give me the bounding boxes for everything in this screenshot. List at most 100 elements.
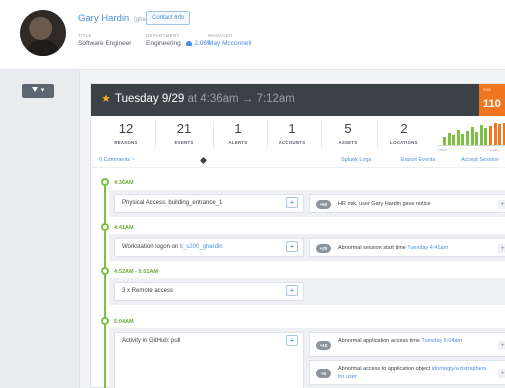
reason-description: Abnormal access to application object xyxy=(338,366,432,372)
stat-label: ACCOUNTS xyxy=(278,140,306,145)
sparkline-bar xyxy=(447,133,451,145)
reason-score-badge: +5 xyxy=(316,369,331,378)
reason-expand-button[interactable]: + xyxy=(498,369,505,378)
event-text: 3 x Remote access xyxy=(122,288,174,294)
user-header: Gary Hardin (ghardin) Contact Info TITLE… xyxy=(0,0,505,70)
sparkline-baseline xyxy=(437,145,505,146)
event-text: Activity in GitHub: pull xyxy=(122,338,181,344)
stat-events[interactable]: 21 EVENTS xyxy=(157,121,211,146)
star-icon[interactable]: ★ xyxy=(101,92,111,105)
title-value: Software Engineer xyxy=(78,40,132,47)
stat-label: LOCATIONS xyxy=(390,140,418,145)
stat-value: 1 xyxy=(234,121,242,136)
sparkline-bar xyxy=(443,137,446,145)
reason-text: Abnormal session start time Tuesday 4:41… xyxy=(338,244,448,252)
event-card[interactable]: Workstation logon on lt_s200_ghardin xyxy=(114,238,304,257)
stat-value: 2 xyxy=(400,121,408,136)
stat-value: 21 xyxy=(176,121,192,136)
reason-score-badge: +20 xyxy=(316,244,331,253)
sparkline-bar xyxy=(466,131,469,145)
stat-label: REASONS xyxy=(114,140,138,145)
splunk-logs-link[interactable]: Splunk Logs xyxy=(341,157,371,163)
manager-link[interactable]: May Mcconnell xyxy=(208,40,251,47)
stat-value: 1 xyxy=(288,121,296,136)
comments-link[interactable]: 0 Comments ~ xyxy=(99,157,135,163)
sparkline-bar xyxy=(475,132,479,145)
app-root: Gary Hardin (ghardin) Contact Info TITLE… xyxy=(0,0,505,388)
stat-value: 5 xyxy=(344,121,352,136)
event-card[interactable]: Activity in GitHub: pull xyxy=(114,332,304,388)
event-description: Workstation logon on xyxy=(122,244,180,250)
reason-description: Abnormal session start time xyxy=(338,245,408,251)
event-card[interactable]: Physical Access: building_entrance_1 xyxy=(114,194,304,213)
reason-text: Abnormal access to application object id… xyxy=(338,365,488,381)
event-text: Physical Access: building_entrance_1 xyxy=(122,200,223,206)
timeline-time: 5:04AM xyxy=(114,319,134,325)
sparkline-bar xyxy=(470,127,474,145)
timeline-line xyxy=(104,181,106,388)
asset-link[interactable]: lt_s200_ghardin xyxy=(180,244,223,250)
reason-description: HR risk, user Gary Hardin gave notice xyxy=(338,201,431,207)
reason-card: +5 Abnormal access to application object… xyxy=(309,360,505,385)
sparkline-bar xyxy=(484,128,488,145)
stat-value: 12 xyxy=(118,121,134,136)
export-events-link[interactable]: Export Events xyxy=(401,157,435,163)
manager-value: May Mcconnell xyxy=(208,40,251,47)
add-event-button[interactable]: + xyxy=(286,285,298,296)
sparkline-bar xyxy=(456,130,460,145)
timeline-dot xyxy=(101,223,109,231)
session-time-range: at 4:36am → 7:12am xyxy=(187,93,295,105)
session-title: Tuesday 9/29 at 4:36am → 7:12am xyxy=(115,93,295,105)
stat-assets[interactable]: 5 ASSETS xyxy=(321,121,375,146)
session-title-bar: ★ Tuesday 9/29 at 4:36am → 7:12am RISK 1… xyxy=(91,84,505,116)
reason-expand-button[interactable]: + xyxy=(498,341,505,350)
avatar xyxy=(20,10,66,56)
reason-link[interactable]: Tuesday 4:41am xyxy=(407,245,448,251)
filter-caret: ▾ xyxy=(40,87,45,94)
session-panel: ★ Tuesday 9/29 at 4:36am → 7:12am RISK 1… xyxy=(90,83,505,388)
add-event-button[interactable]: + xyxy=(286,197,298,208)
add-event-button[interactable]: + xyxy=(286,241,298,252)
reason-card: +50 HR risk, user Gary Hardin gave notic… xyxy=(309,194,505,213)
sparkline-bar xyxy=(479,125,483,145)
reason-text: Abnormal application access time Tuesday… xyxy=(338,337,488,345)
stat-accounts[interactable]: 1 ACCOUNTS xyxy=(265,121,319,146)
add-event-button[interactable]: + xyxy=(286,335,298,346)
timeline-time: 4:52AM - 5:01AM xyxy=(114,269,159,275)
stat-alerts[interactable]: 1 ALERTS xyxy=(211,121,265,146)
risk-score-label: RISK xyxy=(483,88,492,92)
timeline-dot xyxy=(101,178,109,186)
event-card[interactable]: 3 x Remote access xyxy=(114,282,304,301)
event-text: Workstation logon on lt_s200_ghardin xyxy=(122,244,223,250)
manager-label: MANAGER xyxy=(208,33,233,38)
user-full-name[interactable]: Gary Hardin xyxy=(78,13,129,24)
tag-icon[interactable] xyxy=(199,156,208,165)
department-name: Engineering xyxy=(146,40,181,47)
accept-session-link[interactable]: Accept Session xyxy=(461,157,499,163)
reason-expand-button[interactable]: + xyxy=(498,200,505,209)
stat-divider xyxy=(155,121,156,149)
stat-label: ALERTS xyxy=(228,140,248,145)
left-rail xyxy=(0,70,80,388)
timeline-time: 4:36AM xyxy=(114,180,134,186)
sparkline-bar xyxy=(461,134,465,145)
stat-reasons[interactable]: 12 REASONS xyxy=(99,121,153,146)
sparkline-bar xyxy=(452,135,456,145)
filter-icon xyxy=(31,87,38,92)
reason-description: Abnormal application access time xyxy=(338,338,422,344)
sparkline-bar xyxy=(493,123,497,145)
reason-score-badge: +10 xyxy=(316,341,331,350)
contact-info-button[interactable]: Contact Info xyxy=(146,11,191,25)
title-label: TITLE xyxy=(78,33,92,38)
risk-score-badge: RISK 110 xyxy=(479,84,505,116)
session-action-row: 0 Comments ~ Splunk Logs Export Events A… xyxy=(91,156,505,168)
reason-link[interactable]: Tuesday 5:04am xyxy=(421,338,462,344)
sparkline-bar xyxy=(498,124,502,145)
timeline-dot xyxy=(101,267,109,275)
filter-button[interactable]: ▾ xyxy=(22,84,54,98)
reason-score-badge: +50 xyxy=(316,200,331,209)
stat-locations[interactable]: 2 LOCATIONS xyxy=(377,121,431,146)
reason-text: HR risk, user Gary Hardin gave notice xyxy=(338,200,431,208)
reason-expand-button[interactable]: + xyxy=(498,244,505,253)
reason-card: +10 Abnormal application access time Tue… xyxy=(309,332,505,357)
